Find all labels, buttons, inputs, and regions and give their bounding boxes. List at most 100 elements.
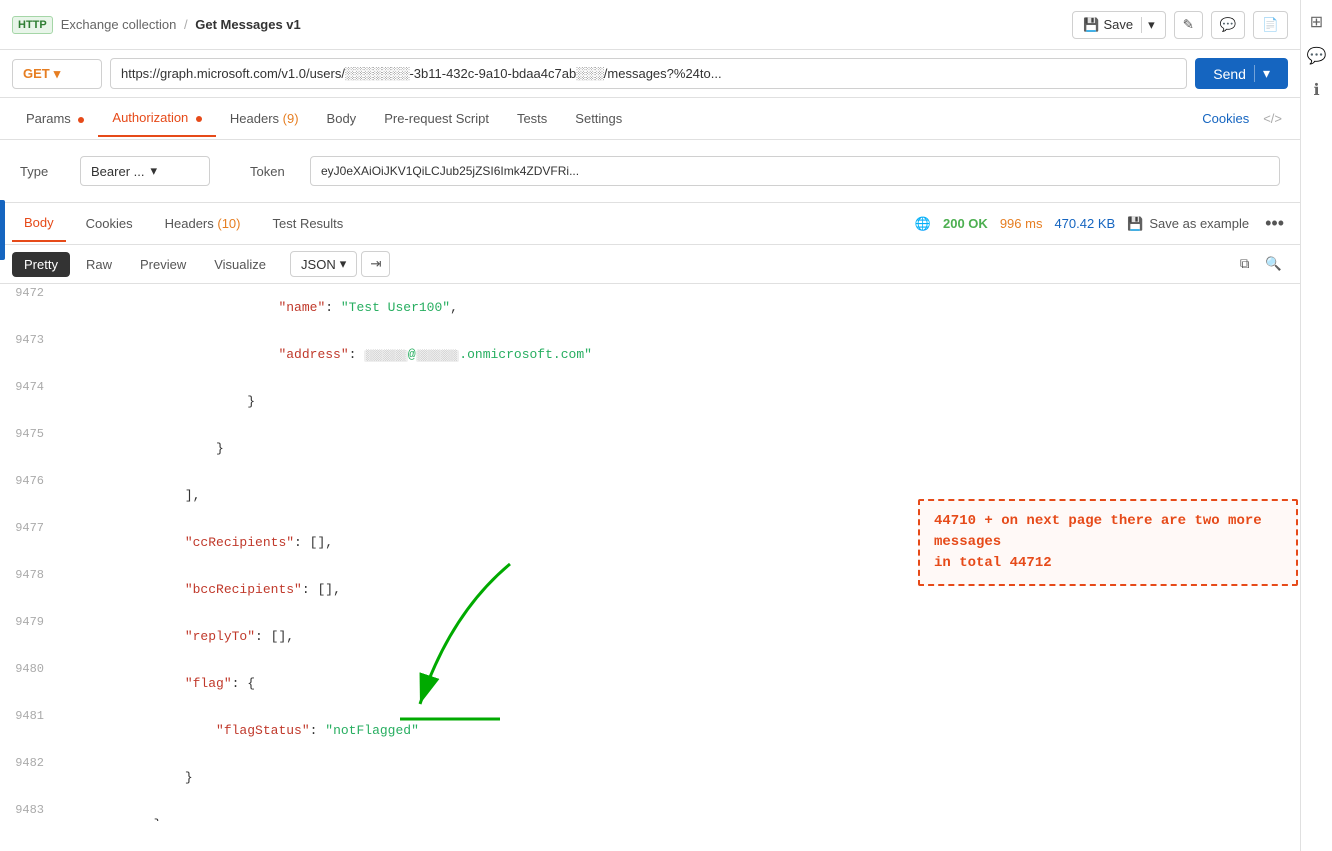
code-area[interactable]: 9472 "name": "Test User100", 9473 "addre…	[0, 284, 1300, 821]
tab-tests[interactable]: Tests	[503, 101, 561, 136]
url-bar: GET ▾ Send ▾	[0, 50, 1300, 98]
send-dropdown-arrow[interactable]: ▾	[1254, 65, 1270, 82]
edit-icon: ✎	[1183, 17, 1194, 32]
top-bar: HTTP Exchange collection / Get Messages …	[0, 0, 1300, 50]
line-num-9473: 9473	[0, 332, 60, 347]
line-content-9483: }	[60, 802, 1300, 821]
json-format-select[interactable]: JSON ▾	[290, 251, 357, 277]
edit-button[interactable]: ✎	[1174, 11, 1203, 39]
method-select[interactable]: GET ▾	[12, 59, 102, 89]
response-headers-badge: (10)	[217, 216, 240, 231]
line-num-9480: 9480	[0, 661, 60, 676]
line-num-9474: 9474	[0, 379, 60, 394]
visualize-button[interactable]: Visualize	[202, 252, 278, 277]
response-tab-test-results[interactable]: Test Results	[260, 206, 355, 241]
globe-icon: 🌐	[915, 216, 931, 232]
save-dropdown-arrow[interactable]: ▾	[1141, 17, 1155, 33]
line-num-9478: 9478	[0, 567, 60, 582]
comment-button[interactable]: 💬	[1211, 11, 1246, 39]
tab-body[interactable]: Body	[313, 101, 371, 136]
code-line-9472: 9472 "name": "Test User100",	[0, 284, 1300, 331]
line-content-9475: }	[60, 426, 1300, 471]
save-as-example-button[interactable]: 💾 Save as example	[1127, 216, 1249, 232]
sidebar-icon-1[interactable]: ⊞	[1310, 12, 1323, 32]
preview-button[interactable]: Preview	[128, 252, 198, 277]
line-num-9475: 9475	[0, 426, 60, 441]
tab-prerequest[interactable]: Pre-request Script	[370, 101, 503, 136]
bearer-select[interactable]: Bearer ... ▾	[80, 156, 210, 186]
tab-settings[interactable]: Settings	[561, 101, 636, 136]
breadcrumb-current: Get Messages v1	[195, 17, 301, 32]
code-line-9474: 9474 }	[0, 378, 1300, 425]
tab-params[interactable]: Params	[12, 101, 98, 136]
response-time: 996 ms	[1000, 216, 1043, 231]
status-area: 🌐 200 OK 996 ms 470.42 KB 💾 Save as exam…	[915, 213, 1288, 234]
sidebar-icon-3[interactable]: ℹ	[1313, 80, 1319, 100]
ellipsis-icon: •••	[1265, 213, 1284, 233]
copy-button[interactable]: ⧉	[1234, 252, 1256, 276]
params-dot	[78, 117, 84, 123]
line-content-9479: "replyTo": [],	[60, 614, 1300, 659]
response-tab-body[interactable]: Body	[12, 205, 66, 242]
method-label: GET	[23, 66, 50, 81]
token-input[interactable]	[310, 156, 1280, 186]
doc-button[interactable]: 📄	[1253, 11, 1288, 39]
tab-headers[interactable]: Headers (9)	[216, 101, 313, 136]
annotation-box: 44710 + on next page there are two more …	[918, 499, 1298, 586]
request-tabs-row: Params Authorization Headers (9) Body Pr…	[0, 98, 1300, 140]
raw-button[interactable]: Raw	[74, 252, 124, 277]
response-tab-cookies[interactable]: Cookies	[74, 206, 145, 241]
json-label: JSON	[301, 257, 336, 272]
method-dropdown-arrow: ▾	[54, 66, 61, 82]
line-num-9479: 9479	[0, 614, 60, 629]
response-tab-headers[interactable]: Headers (10)	[153, 206, 253, 241]
pretty-button[interactable]: Pretty	[12, 252, 70, 277]
headers-badge: (9)	[283, 111, 299, 126]
code-line-9482: 9482 }	[0, 754, 1300, 801]
comment-icon: 💬	[1220, 17, 1237, 32]
send-label: Send	[1213, 66, 1246, 82]
json-dropdown-arrow: ▾	[340, 256, 347, 272]
extra-chevron: </>	[1257, 111, 1288, 126]
code-line-9481: 9481 "flagStatus": "notFlagged"	[0, 707, 1300, 754]
line-content-9480: "flag": {	[60, 661, 1300, 706]
breadcrumb-collection[interactable]: Exchange collection	[61, 17, 177, 32]
cookies-link[interactable]: Cookies	[1194, 111, 1257, 126]
sidebar-icon-2[interactable]: 💬	[1307, 46, 1327, 66]
more-options-button[interactable]: •••	[1261, 213, 1288, 234]
bearer-dropdown-arrow: ▾	[150, 163, 157, 179]
format-bar: Pretty Raw Preview Visualize JSON ▾ ⇥ ⧉ …	[0, 245, 1300, 284]
search-button[interactable]: 🔍	[1259, 252, 1288, 276]
line-num-9483: 9483	[0, 802, 60, 817]
save-label: Save	[1103, 17, 1133, 32]
send-button[interactable]: Send ▾	[1195, 58, 1288, 89]
annotation-text: 44710 + on next page there are two more …	[934, 513, 1262, 571]
code-line-9483: 9483 }	[0, 801, 1300, 821]
line-content-9472: "name": "Test User100",	[60, 285, 1300, 330]
code-line-9473: 9473 "address": ░░░░░░@░░░░░░.onmicrosof…	[0, 331, 1300, 378]
auth-dot	[196, 116, 202, 122]
right-sidebar: ⊞ 💬 ℹ	[1300, 0, 1332, 851]
status-code: 200 OK	[943, 216, 988, 231]
line-num-9482: 9482	[0, 755, 60, 770]
line-content-9482: }	[60, 755, 1300, 800]
bearer-label: Bearer ...	[91, 164, 144, 179]
save-button[interactable]: 💾 Save ▾	[1072, 11, 1165, 39]
code-line-9480: 9480 "flag": {	[0, 660, 1300, 707]
code-line-9475: 9475 }	[0, 425, 1300, 472]
line-content-9473: "address": ░░░░░░@░░░░░░.onmicrosoft.com…	[60, 332, 1300, 377]
top-bar-left: HTTP Exchange collection / Get Messages …	[12, 16, 301, 34]
tab-authorization[interactable]: Authorization	[98, 100, 216, 137]
http-badge: HTTP	[12, 16, 53, 34]
wrap-button[interactable]: ⇥	[361, 251, 390, 277]
line-num-9477: 9477	[0, 520, 60, 535]
url-input[interactable]	[110, 58, 1187, 89]
type-label: Type	[20, 156, 60, 179]
code-line-9479: 9479 "replyTo": [],	[0, 613, 1300, 660]
search-icon: 🔍	[1265, 256, 1282, 271]
wrap-icon: ⇥	[370, 256, 381, 271]
line-content-9474: }	[60, 379, 1300, 424]
top-bar-right: 💾 Save ▾ ✎ 💬 📄	[1072, 11, 1288, 39]
line-num-9481: 9481	[0, 708, 60, 723]
token-label: Token	[250, 156, 290, 179]
